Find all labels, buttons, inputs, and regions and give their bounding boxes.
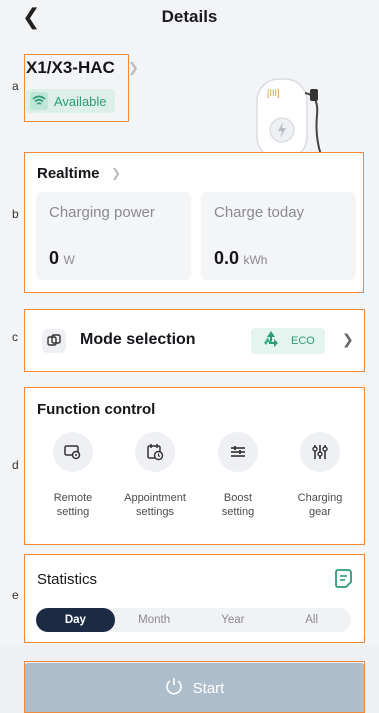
annotation-label-b: b xyxy=(12,207,19,221)
annotation-box-a xyxy=(24,54,129,122)
annotation-box-f xyxy=(24,661,365,713)
annotation-label-a: a xyxy=(12,79,19,93)
annotation-box-b xyxy=(24,152,364,293)
page-title: Details xyxy=(161,7,218,26)
annotation-label-e: e xyxy=(12,588,19,602)
annotation-box-d xyxy=(24,387,365,545)
annotation-box-c xyxy=(24,309,365,372)
annotation-box-e xyxy=(24,554,365,643)
chevron-right-icon[interactable]: ❯ xyxy=(128,60,139,76)
charger-screen: [III] xyxy=(267,88,280,98)
annotation-label-c: c xyxy=(12,330,18,344)
header: ❮ Details xyxy=(0,0,379,36)
annotation-label-d: d xyxy=(12,458,19,472)
